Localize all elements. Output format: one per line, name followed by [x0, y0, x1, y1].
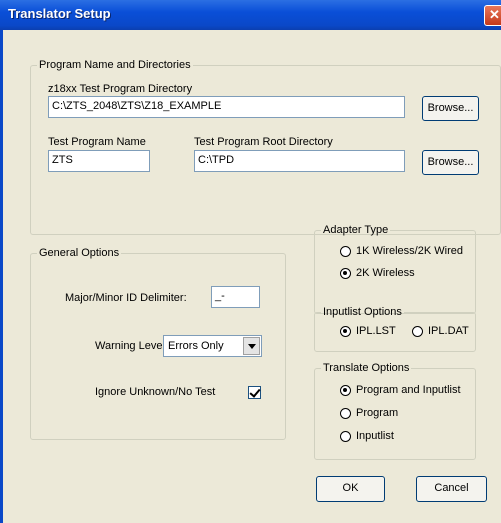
- program-group-legend: Program Name and Directories: [37, 59, 193, 71]
- test-program-directory-label: z18xx Test Program Directory: [48, 83, 193, 95]
- ok-button[interactable]: OK: [316, 476, 385, 502]
- radio-icon: [340, 408, 351, 419]
- adapter-2k-label: 2K Wireless: [356, 267, 415, 279]
- title-bar: Translator Setup ✕: [0, 0, 501, 30]
- ignore-unknown-label: Ignore Unknown/No Test: [95, 386, 216, 398]
- program-group-legend-text: Program Name and Directories: [39, 59, 191, 71]
- general-options-legend: General Options: [37, 247, 121, 259]
- chevron-down-icon[interactable]: [243, 337, 260, 355]
- browse-directory-button[interactable]: Browse...: [422, 96, 479, 121]
- inputlist-options-legend-text: Inputlist Options: [323, 306, 402, 318]
- checkmark-icon: [249, 386, 261, 398]
- ipl-dat-label: IPL.DAT: [428, 325, 469, 337]
- radio-selected-icon: [340, 326, 351, 337]
- test-program-name-field[interactable]: ZTS: [48, 150, 150, 172]
- close-icon[interactable]: ✕: [484, 5, 501, 26]
- general-options-legend-text: General Options: [39, 247, 120, 259]
- delimiter-field[interactable]: _-: [211, 286, 260, 308]
- radio-icon: [340, 431, 351, 442]
- window-title: Translator Setup: [8, 6, 111, 21]
- cancel-button[interactable]: Cancel: [416, 476, 487, 502]
- warning-level-label: Warning Level:: [95, 340, 168, 352]
- radio-icon: [412, 326, 423, 337]
- translate-program-inputlist-label: Program and Inputlist: [356, 384, 461, 396]
- test-program-name-label: Test Program Name: [48, 136, 146, 148]
- translate-options-legend-text: Translate Options: [323, 362, 410, 374]
- radio-selected-icon: [340, 385, 351, 396]
- root-directory-field[interactable]: C:\TPD: [194, 150, 405, 172]
- test-program-directory-field[interactable]: C:\ZTS_2048\ZTS\Z18_EXAMPLE: [48, 96, 405, 118]
- root-directory-label: Test Program Root Directory: [194, 136, 333, 148]
- adapter-1k-label: 1K Wireless/2K Wired: [356, 245, 463, 257]
- radio-icon: [340, 246, 351, 257]
- translate-options-legend: Translate Options: [321, 362, 411, 374]
- warning-level-select[interactable]: Errors Only: [163, 335, 262, 357]
- adapter-type-legend-text: Adapter Type: [323, 224, 389, 236]
- warning-level-value: Errors Only: [168, 340, 224, 352]
- ignore-unknown-checkbox[interactable]: [248, 386, 261, 399]
- translate-program-label: Program: [356, 407, 399, 419]
- browse-root-button[interactable]: Browse...: [422, 150, 479, 175]
- dialog-client: Program Name and Directories z18xx Test …: [0, 30, 501, 523]
- adapter-type-legend: Adapter Type: [321, 224, 390, 236]
- translate-inputlist-label: Inputlist: [356, 430, 394, 442]
- delimiter-label: Major/Minor ID Delimiter:: [65, 292, 187, 304]
- inputlist-options-legend: Inputlist Options: [321, 306, 404, 318]
- ipl-lst-label: IPL.LST: [356, 325, 396, 337]
- radio-selected-icon: [340, 268, 351, 279]
